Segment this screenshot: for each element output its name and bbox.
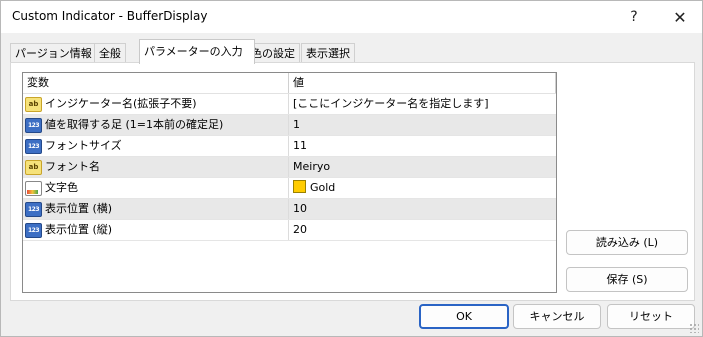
param-name: 表示位置 (縦) (45, 223, 113, 236)
window-title: Custom Indicator - BufferDisplay (12, 9, 208, 23)
header-value[interactable]: 値 (293, 73, 553, 93)
table-row[interactable]: 123 値を取得する足 (1=1本前の確定足) 1 (23, 115, 556, 136)
cell-divider (288, 94, 289, 114)
table-row[interactable]: ab フォント名 Meiryo (23, 157, 556, 178)
color-name: Gold (310, 181, 336, 194)
param-value-color[interactable]: Gold (293, 178, 553, 198)
param-value[interactable]: 20 (293, 220, 553, 240)
cell-divider (288, 220, 289, 240)
param-name: 文字色 (45, 181, 78, 194)
reset-button[interactable]: リセット (607, 304, 695, 329)
param-name: インジケーター名(拡張子不要) (45, 97, 197, 110)
dialog-window: Custom Indicator - BufferDisplay ? ✕ パージ… (0, 0, 703, 337)
parameters-panel: 変数 値 ab インジケーター名(拡張子不要) [ここにインジケーター名を指定し… (10, 62, 695, 301)
table-row[interactable]: 文字色 Gold (23, 178, 556, 199)
help-icon: ? (630, 9, 638, 25)
cell-divider (288, 199, 289, 219)
cell-divider (288, 157, 289, 177)
tab-general[interactable]: 全般 (94, 43, 126, 63)
load-button[interactable]: 読み込み (L) (566, 230, 688, 255)
save-button[interactable]: 保存 (S) (566, 267, 688, 292)
title-bar: Custom Indicator - BufferDisplay ? ✕ (1, 1, 702, 33)
table-row[interactable]: 123 フォントサイズ 11 (23, 136, 556, 157)
table-row[interactable]: ab インジケーター名(拡張子不要) [ここにインジケーター名を指定します] (23, 94, 556, 115)
grid-header: 変数 値 (23, 73, 556, 94)
cell-divider (288, 136, 289, 156)
table-row[interactable]: 123 表示位置 (横) 10 (23, 199, 556, 220)
param-name: フォントサイズ (45, 139, 122, 152)
tab-parameters[interactable]: パラメーターの入力 (139, 39, 255, 64)
close-button[interactable]: ✕ (657, 1, 703, 33)
table-row[interactable]: 123 表示位置 (縦) 20 (23, 220, 556, 241)
ok-button[interactable]: OK (419, 304, 509, 329)
param-value[interactable]: Meiryo (293, 157, 553, 177)
cell-divider (288, 178, 289, 198)
close-icon: ✕ (673, 7, 687, 27)
param-name: フォント名 (45, 160, 100, 173)
param-name: 値を取得する足 (1=1本前の確定足) (45, 118, 224, 131)
header-variable[interactable]: 変数 (27, 73, 287, 93)
column-divider[interactable] (288, 73, 289, 93)
resize-grip-icon[interactable] (689, 323, 699, 333)
param-value[interactable]: [ここにインジケーター名を指定します] (293, 94, 553, 114)
param-value[interactable]: 1 (293, 115, 553, 135)
color-swatch (293, 180, 306, 193)
param-value[interactable]: 11 (293, 136, 553, 156)
cell-divider (288, 115, 289, 135)
tab-visualization[interactable]: 表示選択 (301, 43, 355, 63)
cancel-button[interactable]: キャンセル (513, 304, 601, 329)
parameters-grid: 変数 値 ab インジケーター名(拡張子不要) [ここにインジケーター名を指定し… (22, 72, 557, 293)
header-right-edge (555, 73, 556, 93)
param-value[interactable]: 10 (293, 199, 553, 219)
help-button[interactable]: ? (611, 1, 657, 33)
param-name: 表示位置 (横) (45, 202, 113, 215)
tab-version-info[interactable]: パージョン情報 (10, 43, 97, 63)
